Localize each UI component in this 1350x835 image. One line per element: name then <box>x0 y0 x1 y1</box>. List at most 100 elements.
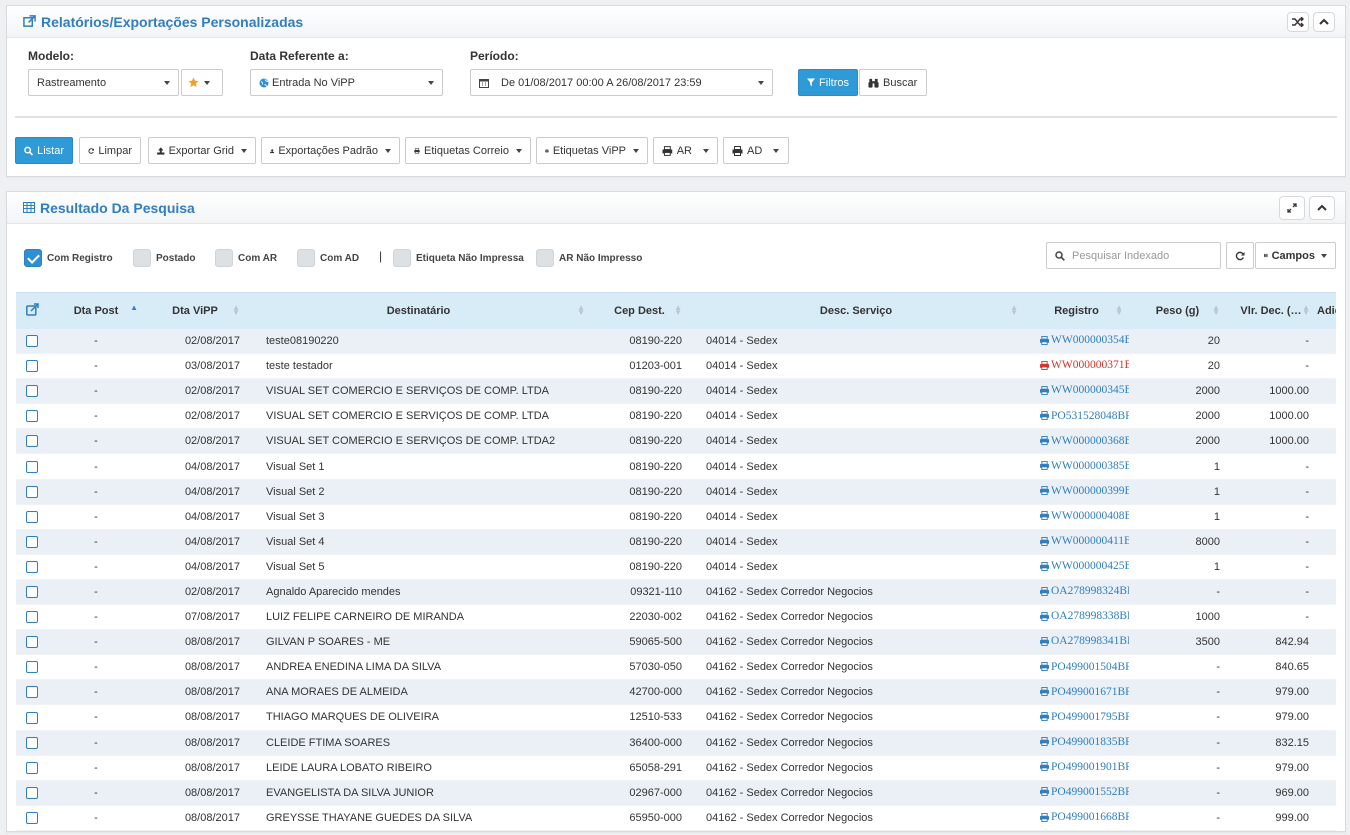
registro-link[interactable]: PO499001671BR <box>1039 686 1129 698</box>
registro-link[interactable]: PO499001835BR <box>1039 736 1129 748</box>
table-row[interactable]: -04/08/2017 Visual Set 1 08190-220 04014 - … <box>16 453 1336 480</box>
table-row[interactable]: -04/08/2017 Visual Set 2 08190-220 04014 - … <box>16 479 1336 505</box>
row-checkbox[interactable] <box>26 636 38 649</box>
row-checkbox-cell[interactable] <box>16 504 48 530</box>
data-ref-select[interactable]: Entrada No ViPP <box>250 69 443 96</box>
table-row[interactable]: -02/08/2017 VISUAL SET COMERCIO E SERVIÇO… <box>16 378 1336 405</box>
row-checkbox-cell[interactable] <box>16 479 48 505</box>
registro-link[interactable]: PO531528048BR <box>1039 410 1129 422</box>
row-checkbox[interactable] <box>26 560 38 573</box>
filter-com-ar[interactable]: Com AR <box>215 249 277 267</box>
registro-link[interactable]: WW000000425BR <box>1039 560 1129 572</box>
campos-button[interactable]: Campos <box>1255 242 1336 269</box>
row-checkbox-cell[interactable] <box>16 679 48 706</box>
table-row[interactable]: -04/08/2017 Visual Set 3 08190-220 04014 - … <box>16 504 1336 530</box>
select-all-header[interactable] <box>16 292 48 329</box>
row-checkbox[interactable] <box>26 611 38 624</box>
filter-com-ad[interactable]: Com AD <box>297 249 359 267</box>
row-checkbox-cell[interactable] <box>16 730 48 756</box>
table-row[interactable]: -08/08/2017 GILVAN P SOARES - ME 59065-500… <box>16 629 1336 656</box>
row-checkbox-cell[interactable] <box>16 529 48 555</box>
checkbox-checked[interactable] <box>24 249 42 267</box>
registro-link[interactable]: OA278998338BR <box>1039 610 1129 622</box>
row-checkbox[interactable] <box>26 586 38 599</box>
registro-link[interactable]: PO499001504BR <box>1039 661 1129 673</box>
registro-link[interactable]: WW000000399BR <box>1039 485 1129 497</box>
row-checkbox[interactable] <box>26 510 38 523</box>
table-row[interactable]: -07/08/2017 LUIZ FELIPE CARNEIRO DE MIRAN… <box>16 604 1336 631</box>
table-row[interactable]: -08/08/2017 GREYSSE THAYANE GUEDES DA SIL… <box>16 805 1336 831</box>
filter-postado[interactable]: Postado <box>133 249 195 267</box>
table-row[interactable]: -02/08/2017 teste08190220 08190-220 04014 -… <box>16 328 1336 355</box>
col-desc-servico[interactable]: Desc. Serviço ▲ ▼ <box>688 292 1024 329</box>
row-checkbox[interactable] <box>26 736 38 749</box>
row-checkbox[interactable] <box>26 385 38 398</box>
registro-link[interactable]: PO499001668BR <box>1039 811 1129 823</box>
table-row[interactable]: -02/08/2017 VISUAL SET COMERCIO E SERVIÇO… <box>16 403 1336 430</box>
row-checkbox-cell[interactable] <box>16 378 48 405</box>
table-row[interactable]: -04/08/2017 Visual Set 5 08190-220 04014 - … <box>16 554 1336 580</box>
col-cep-dest[interactable]: Cep Dest. ▲ ▼ <box>591 292 688 329</box>
row-checkbox-cell[interactable] <box>16 328 48 355</box>
row-checkbox[interactable] <box>26 661 38 674</box>
row-checkbox[interactable] <box>26 711 38 724</box>
col-adic[interactable]: Adic <box>1316 292 1336 329</box>
ad-button[interactable]: AD <box>723 137 789 164</box>
etiquetas-vipp-button[interactable]: Etiquetas ViPP <box>536 137 648 164</box>
row-checkbox-cell[interactable] <box>16 579 48 606</box>
ar-button[interactable]: AR <box>653 137 718 164</box>
registro-link[interactable]: PO499001901BR <box>1039 761 1129 773</box>
exportar-grid-button[interactable]: Exportar Grid <box>148 137 256 164</box>
col-dta-vipp[interactable]: Dta ViPP ▲ ▼ <box>144 292 246 329</box>
row-checkbox[interactable] <box>26 334 38 347</box>
registro-link[interactable]: WW000000345BR <box>1039 384 1129 396</box>
table-row[interactable]: -02/08/2017 VISUAL SET COMERCIO E SERVIÇO… <box>16 428 1336 455</box>
row-checkbox-cell[interactable] <box>16 755 48 781</box>
etiquetas-correio-button[interactable]: Etiquetas Correio <box>405 137 531 164</box>
row-checkbox[interactable] <box>26 686 38 699</box>
row-checkbox[interactable] <box>26 485 38 498</box>
col-vlr-dec[interactable]: Vlr. Dec. (… ▲ ▼ <box>1226 292 1316 329</box>
registro-link[interactable]: PO499001552BR <box>1039 786 1129 798</box>
row-checkbox-cell[interactable] <box>16 704 48 731</box>
row-checkbox-cell[interactable] <box>16 453 48 480</box>
row-checkbox-cell[interactable] <box>16 654 48 681</box>
registro-link[interactable]: WW000000408BR <box>1039 510 1129 522</box>
table-row[interactable]: -08/08/2017 EVANGELISTA DA SILVA JUNIOR 02… <box>16 780 1336 806</box>
row-checkbox-cell[interactable] <box>16 780 48 806</box>
table-row[interactable]: -04/08/2017 Visual Set 4 08190-220 04014 - … <box>16 529 1336 555</box>
listar-button[interactable]: Listar <box>15 137 73 164</box>
col-peso[interactable]: Peso (g) ▲ ▼ <box>1129 292 1226 329</box>
row-checkbox[interactable] <box>26 460 38 473</box>
registro-link[interactable]: WW000000354BR <box>1039 334 1129 346</box>
checkbox[interactable] <box>215 249 233 267</box>
table-row[interactable]: -08/08/2017 CLEIDE FTIMA SOARES 36400-000 0… <box>16 730 1336 756</box>
registro-link[interactable]: PO499001795BR <box>1039 711 1129 723</box>
expand-button[interactable] <box>1279 195 1305 220</box>
filter-com-registro[interactable]: Com Registro <box>24 249 113 267</box>
periodo-select[interactable]: De 01/08/2017 00:00 A 26/08/2017 23:59 <box>470 69 773 96</box>
registro-link[interactable]: WW000000371BR <box>1039 359 1129 371</box>
registro-link[interactable]: OA278998341BR <box>1039 635 1129 647</box>
table-row[interactable]: -08/08/2017 THIAGO MARQUES DE OLIVEIRA 125… <box>16 704 1336 731</box>
edit-icon[interactable] <box>25 303 39 316</box>
registro-link[interactable]: WW000000385BR <box>1039 460 1129 472</box>
col-destinatario[interactable]: Destinatário ▲ ▼ <box>246 292 591 329</box>
table-row[interactable]: -08/08/2017 ANA MORAES DE ALMEIDA 42700-00… <box>16 679 1336 706</box>
collapse-top-button[interactable] <box>1313 11 1335 32</box>
row-checkbox-cell[interactable] <box>16 353 48 380</box>
registro-link[interactable]: OA278998324BR <box>1039 585 1129 597</box>
limpar-button[interactable]: Limpar <box>79 137 141 164</box>
row-checkbox-cell[interactable] <box>16 403 48 430</box>
exportacoes-padrao-button[interactable]: Exportações Padrão <box>261 137 400 164</box>
table-row[interactable]: -08/08/2017 ANDREA ENEDINA LIMA DA SILVA 5… <box>16 654 1336 681</box>
filtros-button[interactable]: Filtros <box>798 69 858 96</box>
favorite-dropdown[interactable] <box>181 69 223 96</box>
buscar-button[interactable]: Buscar <box>859 69 927 96</box>
row-checkbox-cell[interactable] <box>16 604 48 631</box>
registro-link[interactable]: WW000000368BR <box>1039 435 1129 447</box>
shuffle-button[interactable] <box>1287 11 1309 32</box>
filter-ar-nao-impresso[interactable]: AR Não Impresso <box>536 249 642 267</box>
filter-etiqueta-nao-impressa[interactable]: Etiqueta Não Impressa <box>393 249 524 267</box>
refresh-button[interactable] <box>1226 242 1254 269</box>
